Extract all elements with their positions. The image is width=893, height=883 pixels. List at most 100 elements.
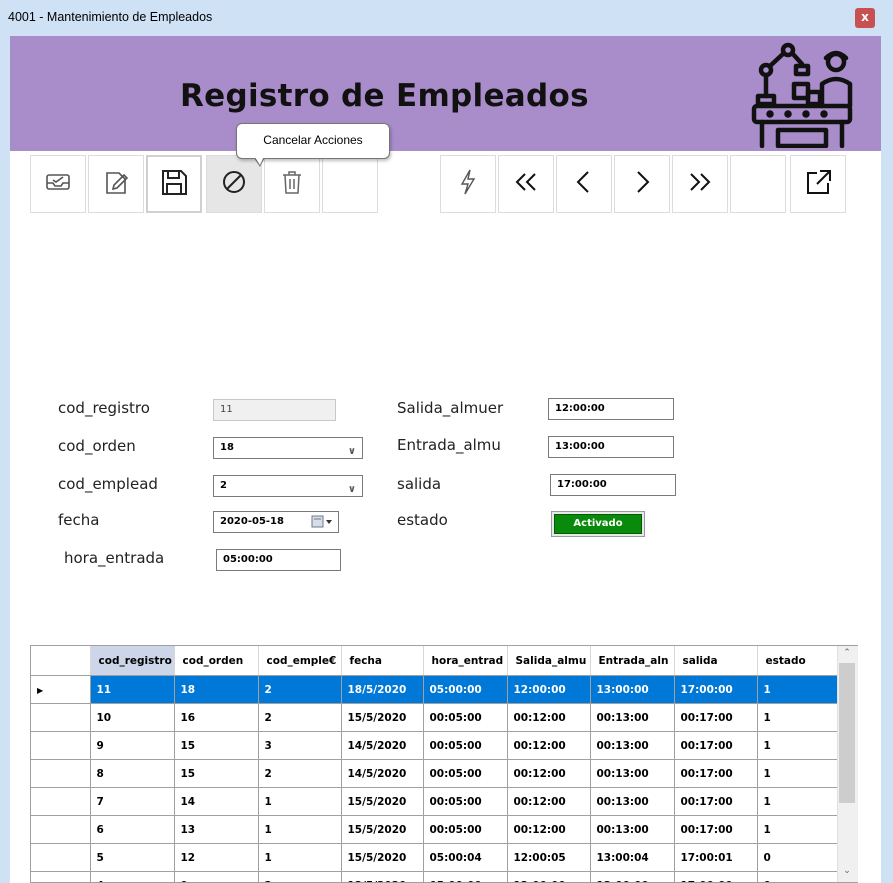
table-cell[interactable]: 00:12:00 (507, 815, 591, 844)
table-cell[interactable]: 12:00:00 (507, 871, 591, 882)
table-cell[interactable]: 4 (90, 871, 175, 882)
last-record-button[interactable] (672, 155, 728, 213)
row-header[interactable] (31, 815, 91, 844)
table-cell[interactable]: 12:00:05 (507, 843, 591, 872)
table-cell[interactable]: 00:05:00 (423, 759, 508, 788)
row-header[interactable] (31, 787, 91, 816)
next-record-button[interactable] (614, 155, 670, 213)
table-cell[interactable]: 00:17:00 (674, 703, 758, 732)
table-cell[interactable]: 15/5/2020 (341, 815, 424, 844)
table-cell[interactable]: 18/5/2020 (341, 675, 424, 704)
row-header[interactable] (31, 759, 91, 788)
table-cell[interactable]: 00:05:00 (423, 787, 508, 816)
table-cell[interactable]: 00:13:00 (590, 703, 675, 732)
table-cell[interactable]: 17:00:00 (674, 871, 758, 882)
table-cell[interactable]: 11 (90, 675, 175, 704)
table-cell[interactable]: 12:00:00 (507, 675, 591, 704)
table-cell[interactable]: 05:00:00 (423, 871, 508, 882)
table-cell[interactable]: 18 (174, 675, 259, 704)
table-cell[interactable]: 2 (258, 703, 342, 732)
scrollbar-thumb[interactable] (839, 663, 855, 803)
table-cell[interactable]: 15 (174, 731, 259, 760)
table-cell[interactable]: 00:05:00 (423, 815, 508, 844)
table-cell[interactable]: 7 (90, 787, 175, 816)
row-header[interactable] (31, 703, 91, 732)
action-button[interactable] (440, 155, 496, 213)
edit-button[interactable] (88, 155, 144, 213)
table-cell[interactable]: 6 (90, 815, 175, 844)
column-header[interactable]: Entrada_aln (590, 646, 675, 676)
table-cell[interactable]: 00:17:00 (674, 731, 758, 760)
hora-entrada-field[interactable]: 05:00:00 (216, 549, 341, 571)
table-cell[interactable]: 13 (174, 815, 259, 844)
row-header[interactable] (31, 871, 91, 882)
row-header[interactable] (31, 731, 91, 760)
table-cell[interactable]: 8 (90, 759, 175, 788)
calendar-icon[interactable] (311, 515, 333, 537)
table-row[interactable]: 9 15 3 14/5/2020 00:05:00 00:12:00 00:13:00 00:… (31, 731, 838, 760)
chevron-down-icon[interactable]: ∨ (348, 480, 356, 500)
scroll-up-arrow-icon[interactable]: ⌃ (837, 648, 857, 662)
table-cell[interactable]: 1 (757, 731, 838, 760)
table-cell[interactable]: 15/5/2020 (341, 843, 424, 872)
chevron-down-icon[interactable]: ∨ (348, 442, 356, 462)
table-row[interactable]: 49213/5/202005:00:0012:00:0013:00:0017:0… (31, 871, 838, 882)
table-cell[interactable]: 0 (757, 843, 838, 872)
table-cell[interactable]: 1 (757, 675, 838, 704)
estado-toggle-button[interactable]: Activado (551, 511, 645, 537)
table-cell[interactable]: 0 (757, 871, 838, 882)
row-header[interactable] (31, 843, 91, 872)
salida-field[interactable]: 17:00:00 (550, 474, 676, 496)
table-cell[interactable]: 17:00:01 (674, 843, 758, 872)
table-cell[interactable]: 1 (258, 815, 342, 844)
empty-toolbar-button[interactable] (322, 155, 378, 213)
table-cell[interactable]: 13/5/2020 (341, 871, 424, 882)
table-row[interactable]: 10 16 2 15/5/2020 00:05:00 00:12:00 00:13:00 00… (31, 703, 838, 732)
table-cell[interactable]: 10 (90, 703, 175, 732)
table-cell[interactable]: 00:05:00 (423, 731, 508, 760)
fecha-datepicker[interactable]: 2020-05-18 (213, 511, 339, 533)
table-cell[interactable]: 14/5/2020 (341, 759, 424, 788)
table-cell[interactable]: 14/5/2020 (341, 731, 424, 760)
row-header[interactable]: ▶ (31, 675, 91, 704)
table-cell[interactable]: 05:00:04 (423, 843, 508, 872)
save-button[interactable] (146, 155, 202, 213)
column-header[interactable]: fecha (341, 646, 424, 676)
table-cell[interactable]: 17:00:00 (674, 675, 758, 704)
table-cell[interactable]: 16 (174, 703, 259, 732)
first-record-button[interactable] (498, 155, 554, 213)
table-cell[interactable]: 00:17:00 (674, 787, 758, 816)
table-cell[interactable]: 1 (757, 815, 838, 844)
table-cell[interactable]: 12 (174, 843, 259, 872)
new-record-button[interactable] (30, 155, 86, 213)
table-cell[interactable]: 00:17:00 (674, 759, 758, 788)
scroll-down-arrow-icon[interactable]: ⌄ (837, 866, 857, 880)
column-header[interactable]: cod_registro (90, 646, 175, 676)
table-cell[interactable]: 1 (757, 703, 838, 732)
table-cell[interactable]: 9 (90, 731, 175, 760)
table-cell[interactable]: 1 (757, 759, 838, 788)
cod-registro-field[interactable]: 11 (213, 399, 336, 421)
table-cell[interactable]: 15/5/2020 (341, 787, 424, 816)
table-cell[interactable]: 00:05:00 (423, 703, 508, 732)
table-cell[interactable]: 3 (258, 731, 342, 760)
column-header[interactable]: Salida_almu (507, 646, 591, 676)
column-header[interactable]: estado (757, 646, 838, 676)
column-header[interactable]: cod_emple€ (258, 646, 342, 676)
column-header[interactable]: salida (674, 646, 758, 676)
empty-toolbar-button-right[interactable] (730, 155, 786, 213)
table-cell[interactable]: 00:12:00 (507, 759, 591, 788)
delete-button[interactable] (264, 155, 320, 213)
table-row[interactable]: 5 12 1 15/5/2020 05:00:04 12:00:05 13:00:04 17:… (31, 843, 838, 872)
table-cell[interactable]: 00:12:00 (507, 731, 591, 760)
table-cell[interactable]: 00:17:00 (674, 815, 758, 844)
table-cell[interactable]: 13:00:00 (590, 675, 675, 704)
column-header[interactable]: cod_orden (174, 646, 259, 676)
table-cell[interactable]: 2 (258, 871, 342, 882)
previous-record-button[interactable] (556, 155, 612, 213)
table-cell[interactable]: 13:00:04 (590, 843, 675, 872)
entrada-almuerzo-field[interactable]: 13:00:00 (548, 436, 674, 458)
table-cell[interactable]: 00:13:00 (590, 815, 675, 844)
table-cell[interactable]: 2 (258, 759, 342, 788)
salida-almuerzo-field[interactable]: 12:00:00 (548, 398, 674, 420)
